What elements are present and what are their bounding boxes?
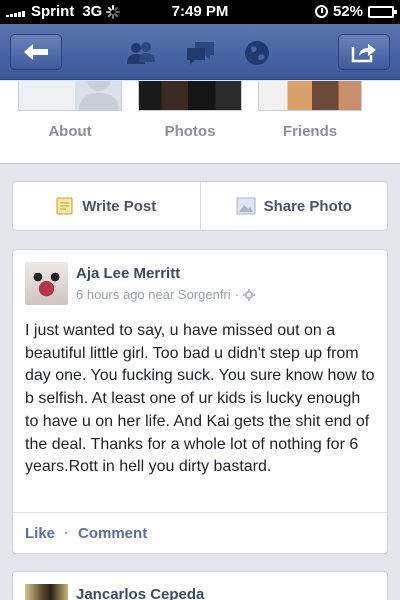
write-post-button[interactable]: Write Post [13, 182, 200, 230]
friend-requests-icon [127, 42, 155, 64]
post-meta: 6 hours ago near Sorgenfri · [76, 287, 255, 302]
messages-button[interactable] [184, 38, 218, 68]
profile-tabs: About Photos Friends [0, 81, 400, 164]
share-button[interactable] [338, 34, 390, 70]
nav-bar [0, 24, 400, 80]
like-button[interactable]: Like [25, 525, 55, 542]
post-time-location[interactable]: 6 hours ago near Sorgenfri [76, 287, 231, 302]
action-separator: · [64, 524, 70, 542]
friends-thumbnail[interactable] [258, 81, 362, 111]
tab-friends[interactable]: Friends [258, 123, 362, 140]
story-card-next: Jancarlos Cepeda [12, 571, 388, 600]
share-photo-label: Share Photo [263, 197, 352, 215]
about-thumbnail[interactable] [18, 81, 122, 111]
battery-percent: 52% [332, 3, 363, 20]
notifications-globe-icon [245, 41, 269, 65]
share-photo-button[interactable]: Share Photo [199, 182, 388, 230]
comment-button[interactable]: Comment [78, 525, 147, 542]
post-author[interactable]: Aja Lee Merritt [76, 265, 180, 282]
meta-separator: · [234, 287, 239, 302]
back-button[interactable] [10, 34, 62, 70]
friend-requests-button[interactable] [124, 38, 158, 68]
post-body: I just wanted to say, u have missed out … [25, 322, 375, 476]
story-card: Aja Lee Merritt 6 hours ago near Sorgenf… [12, 249, 388, 554]
messages-icon [187, 42, 214, 65]
privacy-gear-icon[interactable] [243, 288, 255, 301]
default-avatar-icon [79, 81, 119, 111]
notifications-button[interactable] [240, 38, 274, 68]
battery-icon [368, 5, 397, 18]
write-post-icon [56, 197, 73, 215]
post-author[interactable]: Jancarlos Cepeda [76, 586, 204, 600]
photos-thumbnail[interactable] [138, 81, 242, 111]
write-post-label: Write Post [82, 197, 157, 215]
avatar[interactable] [25, 584, 68, 600]
tab-about[interactable]: About [18, 123, 122, 140]
post-actions: Like · Comment [13, 512, 387, 553]
share-icon [351, 44, 376, 63]
tab-photos[interactable]: Photos [138, 123, 242, 140]
share-photo-icon [236, 197, 256, 215]
publisher-bar: Write Post Share Photo [12, 181, 388, 231]
back-arrow-icon [24, 44, 48, 60]
alarm-clock-icon [314, 5, 328, 18]
status-bar: Sprint 3G 7:49 PM 52% [0, 0, 400, 24]
avatar[interactable] [25, 262, 68, 305]
